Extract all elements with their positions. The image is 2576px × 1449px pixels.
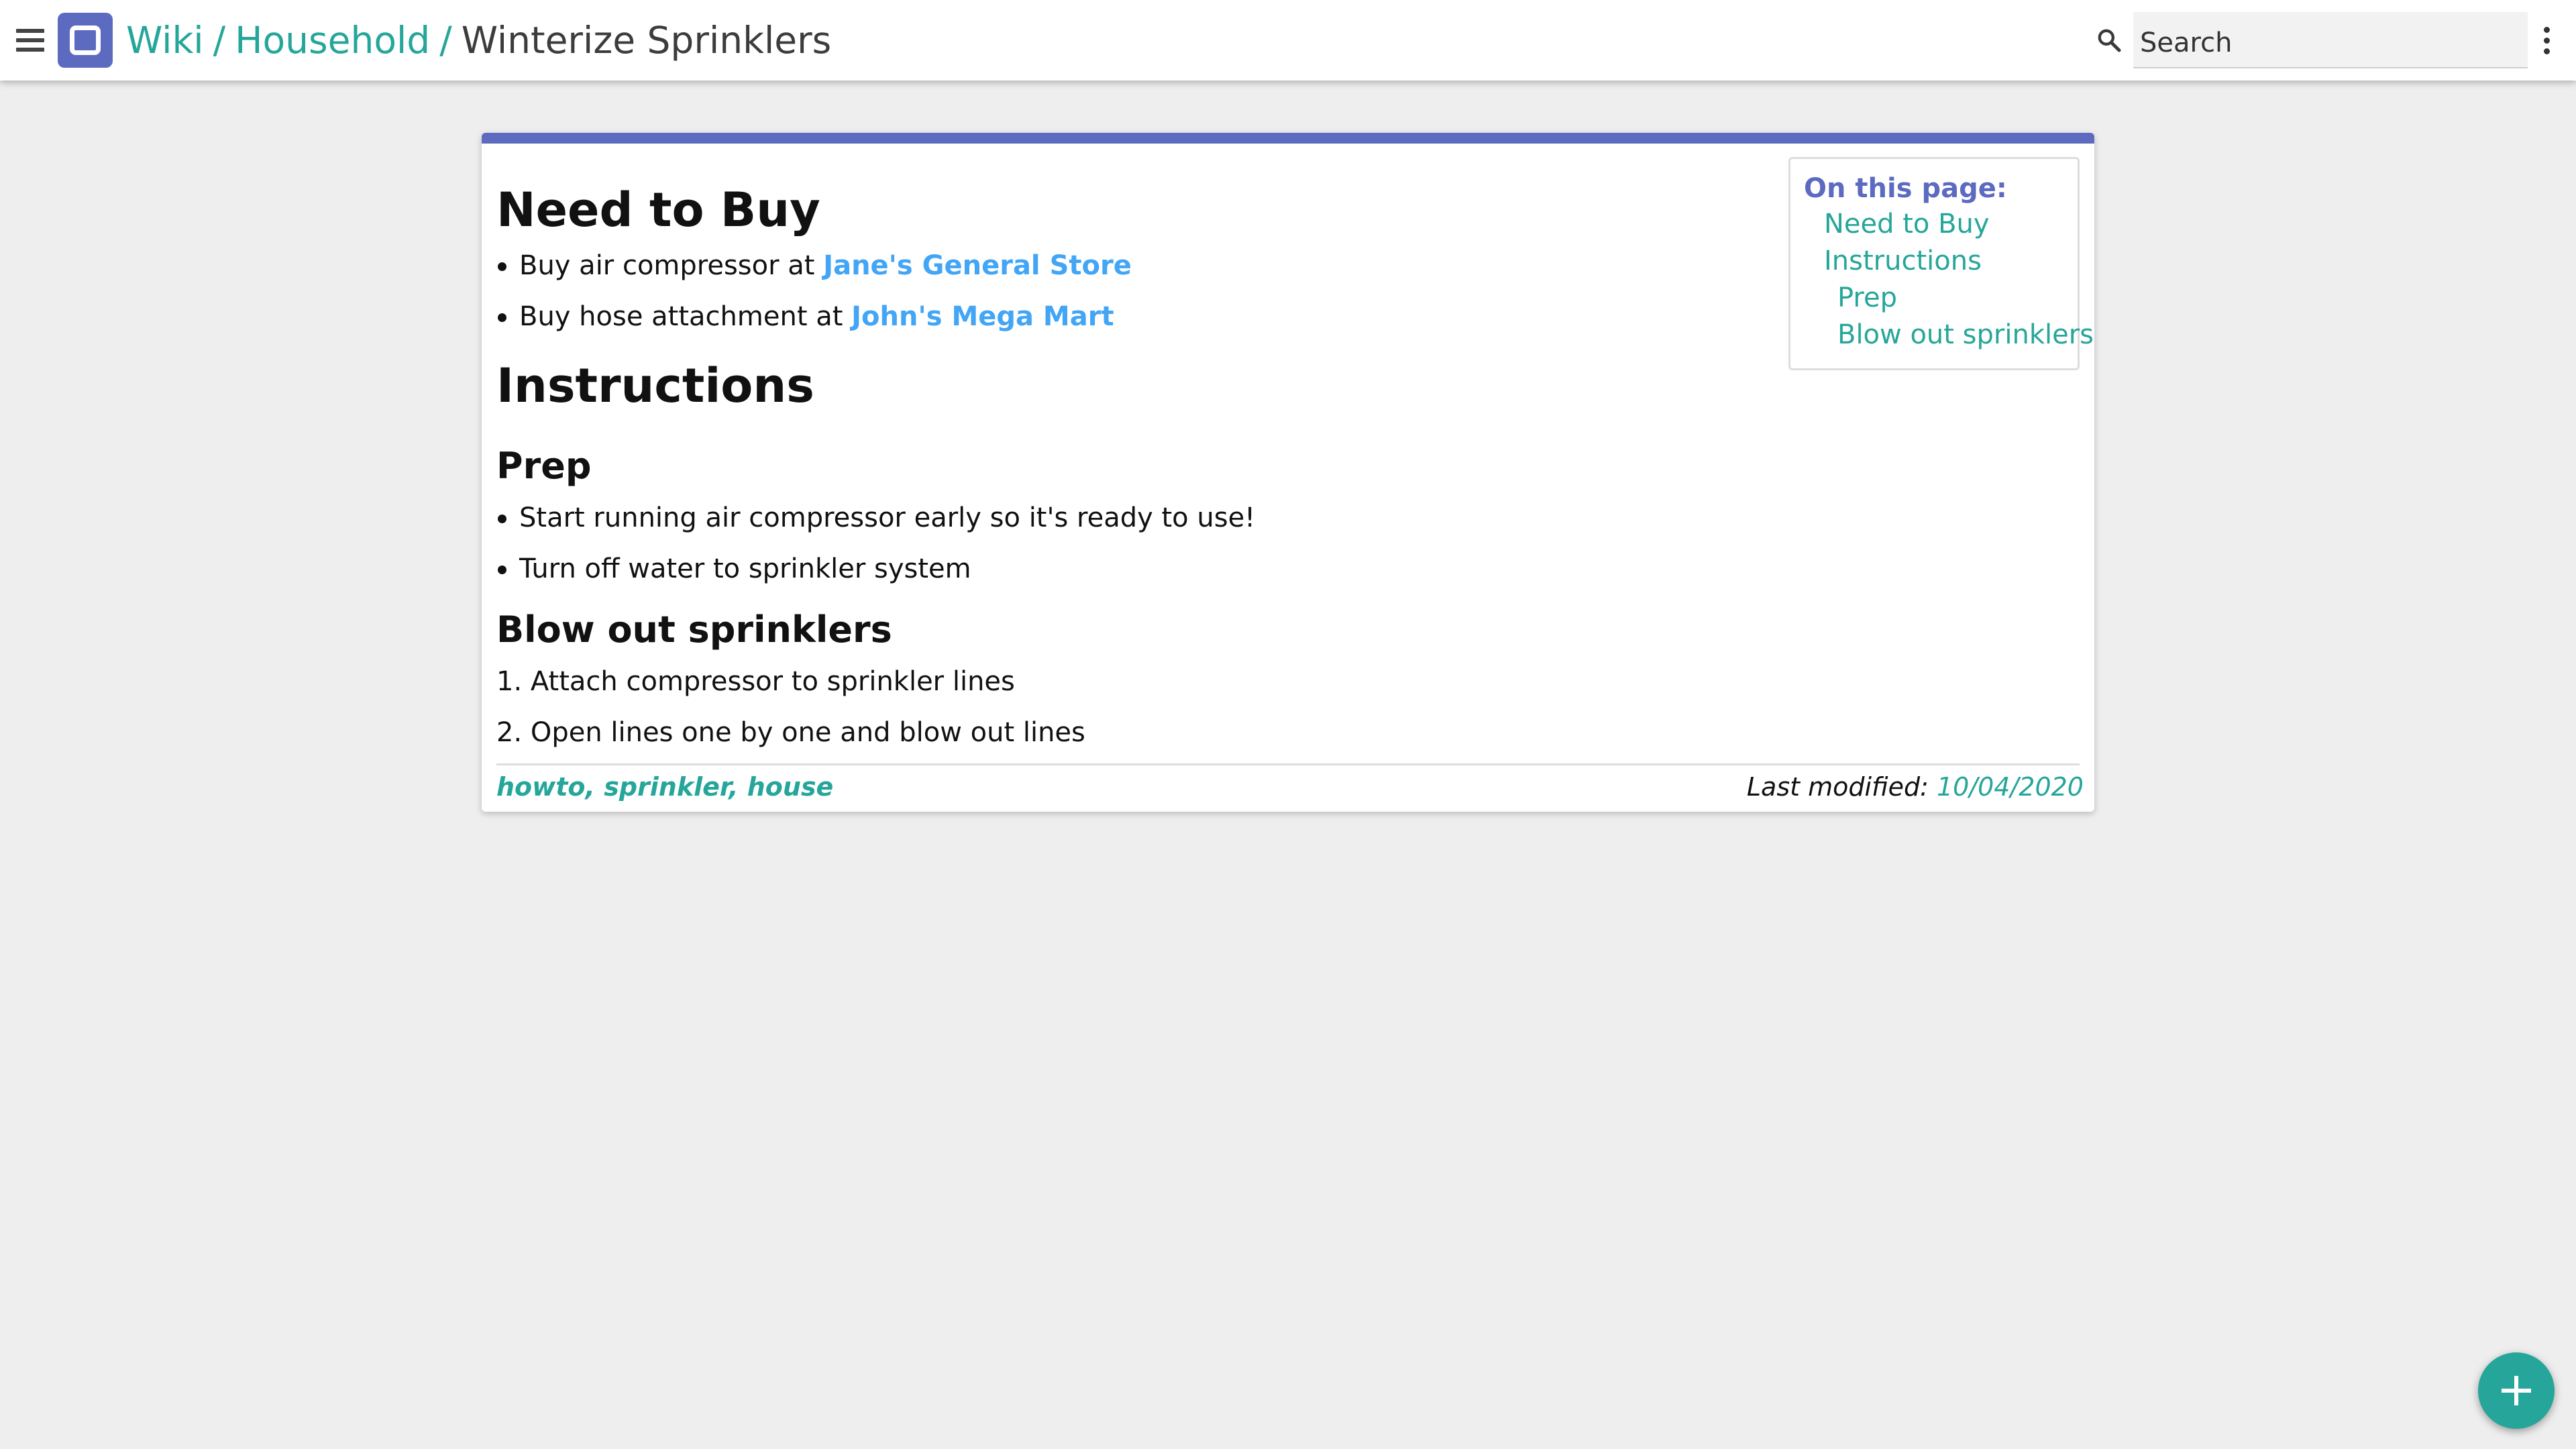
list-item-text: 1. Attach compressor to sprinkler lines <box>496 666 1015 697</box>
tag-list: howto, sprinkler, house <box>496 769 833 805</box>
list-item-text: Buy air compressor at <box>519 250 824 281</box>
tags-link[interactable]: howto, sprinkler, house <box>496 772 833 802</box>
breadcrumb-separator: / <box>439 19 452 62</box>
breadcrumb-wiki-link[interactable]: Wiki <box>126 19 204 62</box>
heading-blow-out-sprinklers: Blow out sprinklers <box>496 608 892 651</box>
list-item: Buy hose attachment at John's Mega Mart <box>496 298 1114 335</box>
last-modified: Last modified: 10/04/2020 <box>1747 769 2084 805</box>
heading-need-to-buy: Need to Buy <box>496 182 820 237</box>
app-logo-icon[interactable] <box>58 13 113 68</box>
janes-general-store-link[interactable]: Jane's General Store <box>823 250 1132 281</box>
toc-item-instructions[interactable]: Instructions <box>1804 243 2078 280</box>
more-vert-icon[interactable] <box>2540 27 2553 55</box>
ordered-list-item: 1. Attach compressor to sprinkler lines <box>496 663 1015 700</box>
list-item-text: Start running air compressor early so it… <box>519 502 1256 533</box>
toc-title: On this page: <box>1804 173 2007 204</box>
article-card: On this page: Need to Buy Instructions P… <box>482 133 2094 812</box>
list-item: Turn off water to sprinkler system <box>496 550 971 588</box>
menu-icon[interactable] <box>16 29 44 52</box>
last-modified-date: 10/04/2020 <box>1936 772 2084 802</box>
search-input[interactable] <box>2133 12 2528 68</box>
heading-instructions: Instructions <box>496 358 814 413</box>
page-title: Winterize Sprinklers <box>461 19 832 62</box>
search-icon <box>2098 29 2121 52</box>
list-item: Start running air compressor early so it… <box>496 499 1255 537</box>
toc-item-prep[interactable]: Prep <box>1804 280 2078 317</box>
ordered-list-item: 2. Open lines one by one and blow out li… <box>496 714 1085 751</box>
list-item: Buy air compressor at Jane's General Sto… <box>496 247 1132 284</box>
heading-prep: Prep <box>496 445 592 487</box>
list-item-text: Turn off water to sprinkler system <box>519 553 971 584</box>
breadcrumb-separator: / <box>213 19 226 62</box>
table-of-contents: On this page: Need to Buy Instructions P… <box>1788 157 2094 370</box>
breadcrumb: Wiki / Household / Winterize Sprinklers <box>126 13 831 67</box>
johns-mega-mart-link[interactable]: John's Mega Mart <box>851 301 1114 332</box>
add-page-button[interactable] <box>2478 1352 2555 1429</box>
last-modified-label: Last modified: <box>1746 772 1937 802</box>
top-app-bar: Wiki / Household / Winterize Sprinklers <box>0 0 2576 80</box>
footer-divider <box>496 763 2080 765</box>
toc-item-need-to-buy[interactable]: Need to Buy <box>1804 206 2078 243</box>
list-item-text: Buy hose attachment at <box>519 301 852 332</box>
toc-item-blow-out-sprinklers[interactable]: Blow out sprinklers <box>1804 317 2094 354</box>
list-item-text: 2. Open lines one by one and blow out li… <box>496 717 1085 748</box>
breadcrumb-household-link[interactable]: Household <box>235 19 430 62</box>
